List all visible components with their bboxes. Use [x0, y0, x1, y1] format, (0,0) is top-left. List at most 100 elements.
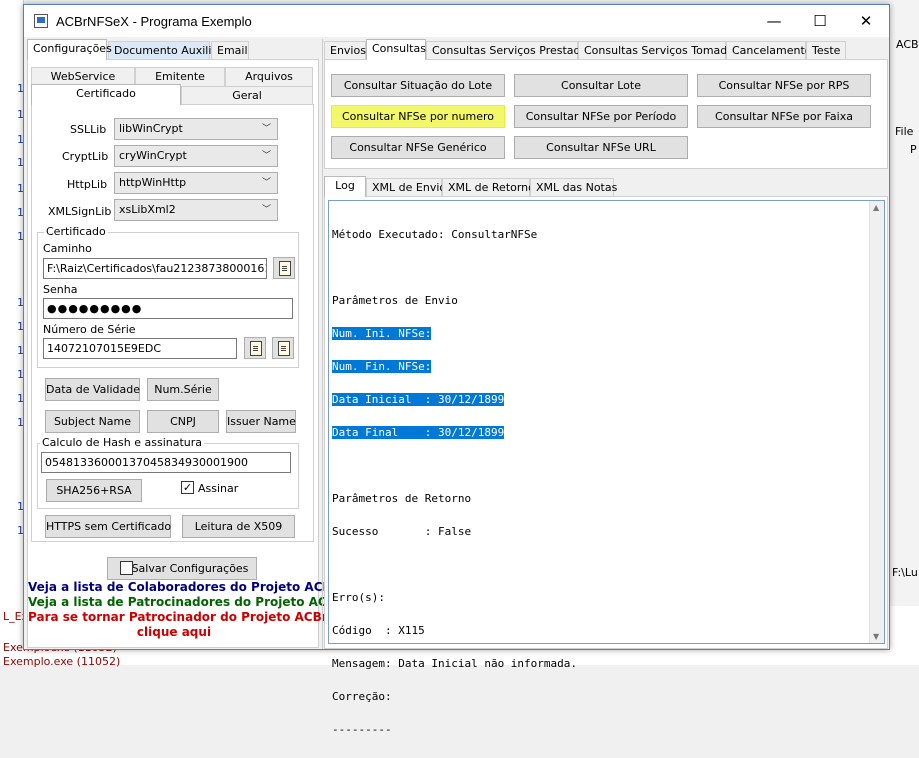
- copy-serie-button[interactable]: [272, 337, 294, 359]
- save-icon: [120, 561, 133, 575]
- browse-certificate-button[interactable]: [273, 257, 295, 279]
- ssllib-value: libWinCrypt: [119, 122, 183, 135]
- ide-path-label: F:\Lu: [892, 566, 918, 579]
- tab-xml-notas[interactable]: XML das Notas: [530, 178, 617, 197]
- log-line: Parâmetros de Retorno: [332, 492, 472, 505]
- senha-input[interactable]: ●●●●●●●●●: [43, 298, 293, 319]
- assinar-checkbox[interactable]: ✓: [181, 481, 194, 494]
- consultas-panel: Consultar Situação do Lote Consultar Lot…: [324, 59, 888, 169]
- sha256-rsa-button[interactable]: SHA256+RSA: [46, 479, 142, 502]
- document-icon: [278, 341, 290, 356]
- app-icon: [34, 14, 48, 28]
- ssllib-select[interactable]: libWinCrypt ﹀: [114, 118, 278, 140]
- ide-gutter: 1 1 1 1 1 1 1 1 1 1 1 1 1 1 1: [0, 0, 24, 665]
- scroll-down-icon[interactable]: ▼: [873, 632, 879, 641]
- cnpj-button[interactable]: CNPJ: [147, 410, 219, 433]
- chevron-down-icon: ﹀: [261, 151, 271, 161]
- tab-email[interactable]: Email: [211, 41, 249, 60]
- tab-xml-envio[interactable]: XML de Envio: [366, 178, 446, 197]
- consultar-nfse-periodo-button[interactable]: Consultar NFSe por Período: [514, 105, 688, 128]
- ide-file-label: File: [895, 125, 914, 138]
- ide-p-label: P: [910, 143, 917, 156]
- log-memo[interactable]: Método Executado: ConsultarNFSe Parâmetr…: [328, 200, 885, 735]
- log-line: Parâmetros de Envio: [332, 294, 458, 307]
- salvar-label: Salvar Configurações: [131, 562, 249, 575]
- serie-label: Número de Série: [43, 323, 136, 336]
- issuer-name-button[interactable]: Issuer Name: [226, 410, 296, 433]
- log-line: Mensagem: Data Inicial não informada.: [332, 657, 578, 670]
- tab-cancelamento[interactable]: Cancelamento: [726, 41, 812, 60]
- cryptlib-label: CryptLib: [62, 150, 109, 163]
- document-icon: [250, 341, 262, 356]
- log-line-selected: Num. Fin. NFSe:: [332, 360, 432, 373]
- leitura-x509-button[interactable]: Leitura de X509: [182, 515, 295, 538]
- caminho-label: Caminho: [43, 242, 92, 255]
- subject-name-button[interactable]: Subject Name: [45, 410, 140, 433]
- consultar-lote-button[interactable]: Consultar Lote: [514, 74, 688, 97]
- xmlsignlib-select[interactable]: xsLibXml2 ﹀: [114, 199, 278, 221]
- consultar-nfse-rps-button[interactable]: Consultar NFSe por RPS: [697, 74, 871, 97]
- consultar-nfse-faixa-button[interactable]: Consultar NFSe por Faixa: [697, 105, 871, 128]
- tab-envios[interactable]: Envios: [324, 41, 366, 60]
- num-serie-button[interactable]: Num.Série: [147, 378, 219, 401]
- log-line-selected: Num. Ini. NFSe:: [332, 327, 432, 340]
- salvar-configuracoes-button[interactable]: Salvar Configurações: [107, 557, 257, 580]
- maximize-button[interactable]: ☐: [797, 5, 843, 37]
- tab-teste[interactable]: Teste: [806, 41, 846, 60]
- subtab-geral[interactable]: Geral: [181, 86, 313, 105]
- tab-consultas-servicos-prestados[interactable]: Consultas Serviços Prestados: [426, 41, 593, 60]
- patrocinador-link-line1[interactable]: Para se tornar Patrocinador do Projeto A…: [28, 610, 330, 624]
- tab-log[interactable]: Log: [324, 176, 366, 197]
- log-line: ---------: [332, 723, 392, 736]
- colaboradores-link[interactable]: Veja a lista de Colaboradores do Projeto…: [28, 580, 338, 594]
- log-line: Método Executado: ConsultarNFSe: [332, 228, 538, 241]
- assinar-label: Assinar: [198, 482, 239, 495]
- main-window: ACBrNFSeX - Programa Exemplo — ☐ ✕ Confi…: [23, 4, 890, 735]
- httplib-select[interactable]: httpWinHttp ﹀: [114, 172, 278, 194]
- ide-message-line: Exemplo.exe (11052): [3, 655, 121, 668]
- hash-input[interactable]: 05481336000137045834930001900: [41, 452, 291, 473]
- patrocinador-link-line2[interactable]: clique aqui: [28, 625, 320, 639]
- chevron-down-icon: ﹀: [261, 178, 271, 188]
- log-line: Código : X115: [332, 624, 425, 637]
- hash-group-title: Calculo de Hash e assinatura: [40, 436, 205, 449]
- tab-documento-auxiliar[interactable]: Documento Auxiliar: [108, 41, 223, 60]
- scroll-up-icon[interactable]: ▲: [873, 203, 879, 212]
- document-icon: [279, 261, 291, 276]
- caminho-input[interactable]: F:\Raiz\Certificados\fau21238738000161.p…: [43, 258, 267, 279]
- tab-configuracoes[interactable]: Configurações: [27, 39, 112, 60]
- chevron-down-icon: ﹀: [261, 124, 271, 134]
- splitter[interactable]: [322, 39, 323, 649]
- cryptlib-select[interactable]: cryWinCrypt ﹀: [114, 145, 278, 167]
- data-validade-button[interactable]: Data de Validade: [45, 378, 140, 401]
- subtab-certificado[interactable]: Certificado: [31, 84, 181, 105]
- close-button[interactable]: ✕: [843, 5, 889, 37]
- log-line: Sucesso : False: [332, 525, 472, 538]
- log-text: Método Executado: ConsultarNFSe Parâmetr…: [332, 207, 577, 757]
- log-line: Erro(s):: [332, 591, 385, 604]
- ide-acbr-label: ACB: [896, 38, 919, 51]
- xmlsignlib-value: xsLibXml2: [119, 203, 176, 216]
- httplib-value: httpWinHttp: [119, 176, 187, 189]
- patrocinadores-link[interactable]: Veja a lista de Patrocinadores do Projet…: [28, 595, 342, 609]
- log-line-selected: Data Final : 30/12/1899: [332, 426, 505, 439]
- tab-consultas[interactable]: Consultas: [366, 39, 426, 60]
- senha-label: Senha: [43, 283, 78, 296]
- consultar-nfse-url-button[interactable]: Consultar NFSe URL: [514, 136, 688, 159]
- log-scrollbar[interactable]: ▲ ▼: [869, 201, 884, 643]
- tab-xml-retorno[interactable]: XML de Retorno: [442, 178, 535, 197]
- certificado-group-title: Certificado: [44, 225, 108, 238]
- https-sem-certificado-button[interactable]: HTTPS sem Certificado: [45, 515, 171, 538]
- consultar-nfse-generico-button[interactable]: Consultar NFSe Genérico: [331, 136, 505, 159]
- minimize-button[interactable]: —: [751, 5, 797, 37]
- log-line-selected: Data Inicial : 30/12/1899: [332, 393, 505, 406]
- select-serie-button[interactable]: [244, 337, 266, 359]
- serie-input[interactable]: 14072107015E9EDC: [43, 338, 237, 359]
- window-title: ACBrNFSeX - Programa Exemplo: [56, 14, 252, 29]
- subtab-arquivos[interactable]: Arquivos: [225, 67, 313, 86]
- ssllib-label: SSLLib: [70, 123, 107, 136]
- consultar-situacao-lote-button[interactable]: Consultar Situação do Lote: [331, 74, 505, 97]
- consultar-nfse-numero-button[interactable]: Consultar NFSe por numero: [331, 105, 505, 128]
- tab-consultas-servicos-tomados[interactable]: Consultas Serviços Tomados: [578, 41, 740, 60]
- xmlsignlib-label: XMLSignLib: [48, 205, 112, 218]
